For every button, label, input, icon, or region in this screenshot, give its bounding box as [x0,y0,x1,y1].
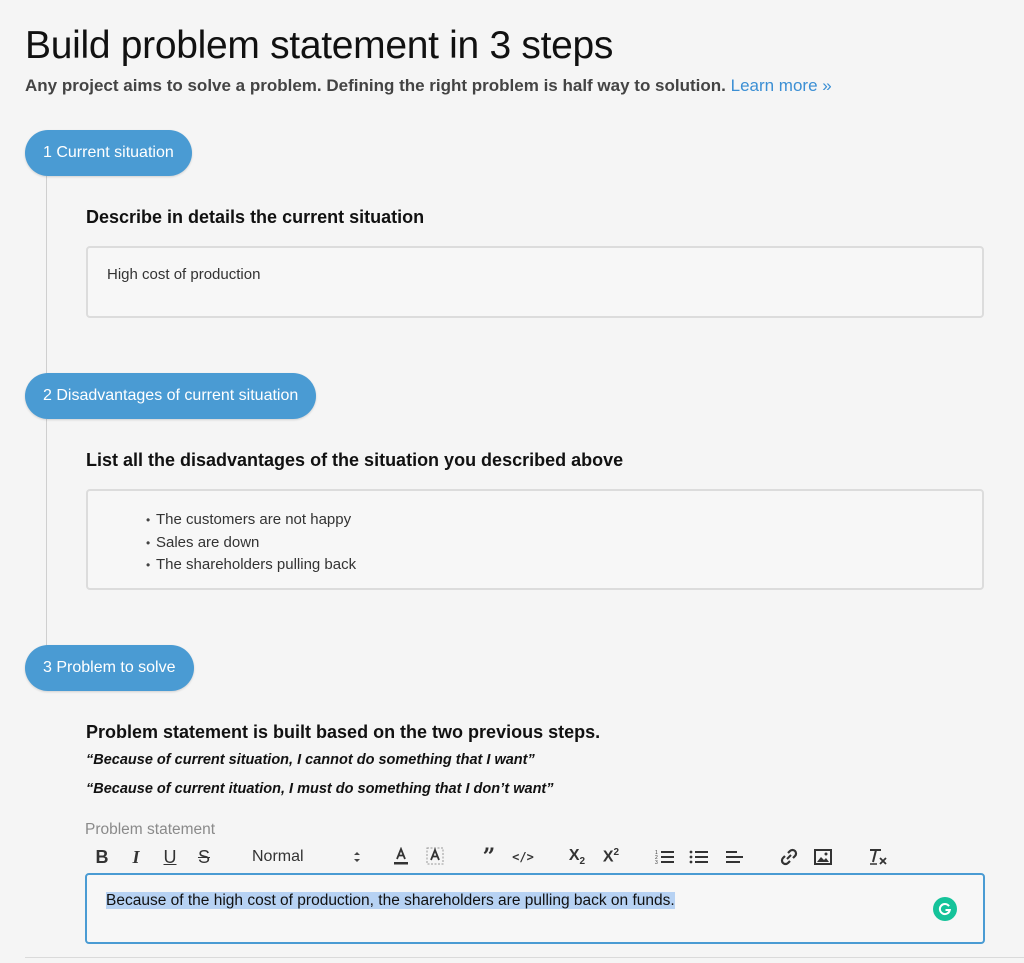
code-icon[interactable]: </> [512,845,534,869]
ordered-list-icon[interactable]: 123 [654,845,676,869]
clear-format-icon[interactable] [866,845,890,869]
link-icon[interactable] [778,845,800,869]
image-icon[interactable] [812,845,834,869]
disadvantages-list: The customers are not happy Sales are do… [146,509,963,577]
page-title: Build problem statement in 3 steps [25,24,614,67]
bottom-divider [25,957,1024,958]
current-situation-value: High cost of production [107,266,261,283]
grammarly-icon[interactable] [933,897,957,921]
editor-text: Because of the high cost of production, … [106,892,675,909]
disadvantages-field[interactable]: The customers are not happy Sales are do… [86,489,984,590]
step-2-pill[interactable]: 2 Disadvantages of current situation [25,373,317,419]
underline-icon[interactable]: U [160,845,180,869]
step-3-pill[interactable]: 3 Problem to solve [25,645,194,691]
list-item: The shareholders pulling back [146,554,963,577]
select-arrows-icon [352,850,362,864]
timeline-line-1 [46,176,47,374]
list-item: Sales are down [146,532,963,555]
bold-icon[interactable]: B [92,845,112,869]
format-select-value: Normal [252,848,304,865]
example-quote-2: “Because of current ituation, I must do … [86,781,554,797]
step-1-heading: Describe in details the current situatio… [86,207,425,227]
timeline-line-2 [46,419,47,646]
page-subtitle: Any project aims to solve a problem. Def… [25,76,832,96]
problem-statement-editor[interactable]: Because of the high cost of production, … [85,873,985,944]
subtitle-text: Any project aims to solve a problem. Def… [25,76,726,95]
highlight-icon[interactable] [424,845,446,869]
strike-icon[interactable]: S [194,845,214,869]
current-situation-field[interactable]: High cost of production [86,246,984,318]
italic-icon[interactable]: I [126,845,146,869]
superscript-icon[interactable]: X2 [598,845,624,869]
blockquote-icon[interactable]: ” [478,845,500,869]
editor-toolbar: B I U S Normal ” </> X2 X2 123 [86,845,986,871]
format-select[interactable]: Normal [252,845,362,869]
example-quote-1: “Because of current situation, I cannot … [86,752,535,768]
align-icon[interactable] [724,845,746,869]
bullet-list-icon[interactable] [688,845,710,869]
step-2-heading: List all the disadvantages of the situat… [86,450,624,470]
svg-text:3: 3 [655,860,658,866]
list-item: The customers are not happy [146,509,963,532]
step-3-heading: Problem statement is built based on the … [86,722,601,742]
subscript-icon[interactable]: X2 [564,845,590,869]
font-color-icon[interactable] [390,845,412,869]
learn-more-link[interactable]: Learn more » [731,76,832,95]
step-1-pill[interactable]: 1 Current situation [25,130,192,176]
problem-statement-label: Problem statement [85,821,216,838]
